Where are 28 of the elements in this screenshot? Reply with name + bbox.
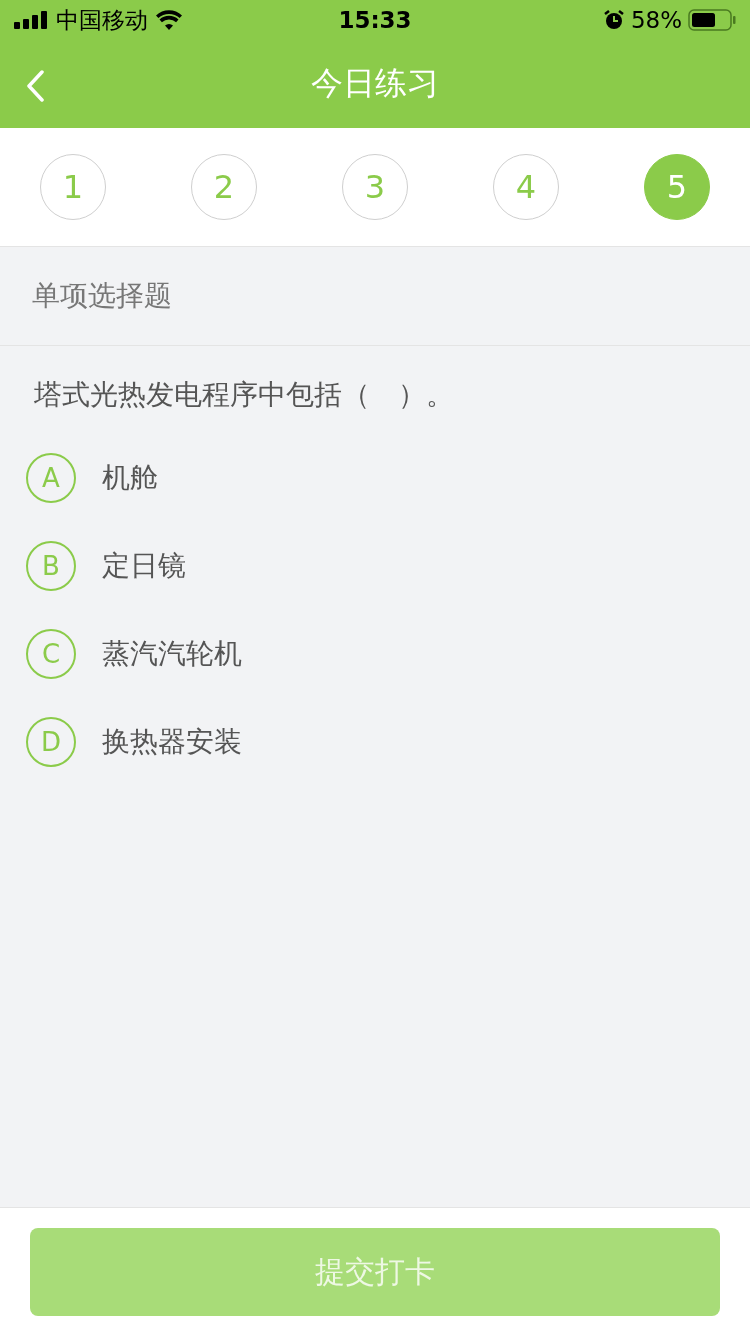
- answer-option[interactable]: C 蒸汽汽轮机: [26, 610, 724, 698]
- signal-icon: [14, 11, 48, 29]
- option-letter: A: [26, 453, 76, 503]
- alarm-icon: [602, 9, 625, 31]
- option-text: 机舱: [102, 460, 158, 496]
- question-type: 单项选择题: [32, 278, 172, 314]
- question-number-button[interactable]: 2: [191, 154, 257, 220]
- option-letter: C: [26, 629, 76, 679]
- status-time: 15:33: [338, 7, 412, 33]
- question-text: 塔式光热发电程序中包括（ ）。: [34, 377, 455, 413]
- option-text: 换热器安装: [102, 724, 242, 760]
- carrier-name: 中国移动: [56, 5, 148, 35]
- answer-option[interactable]: D 换热器安装: [26, 698, 724, 786]
- answer-option[interactable]: A 机舱: [26, 434, 724, 522]
- option-letter: B: [26, 541, 76, 591]
- question-number-button[interactable]: 4: [493, 154, 559, 220]
- battery-percent: 58%: [630, 7, 682, 33]
- question-number-button[interactable]: 5: [644, 154, 710, 220]
- answer-option[interactable]: B 定日镜: [26, 522, 724, 610]
- wifi-icon: [156, 10, 182, 30]
- question-number-button[interactable]: 1: [40, 154, 106, 220]
- option-text: 蒸汽汽轮机: [102, 636, 242, 672]
- page-title: 今日练习: [311, 63, 439, 104]
- back-icon: [26, 70, 44, 102]
- option-letter: D: [26, 717, 76, 767]
- battery-icon: [688, 9, 736, 31]
- question-number-button[interactable]: 3: [342, 154, 408, 220]
- option-text: 定日镜: [102, 548, 186, 584]
